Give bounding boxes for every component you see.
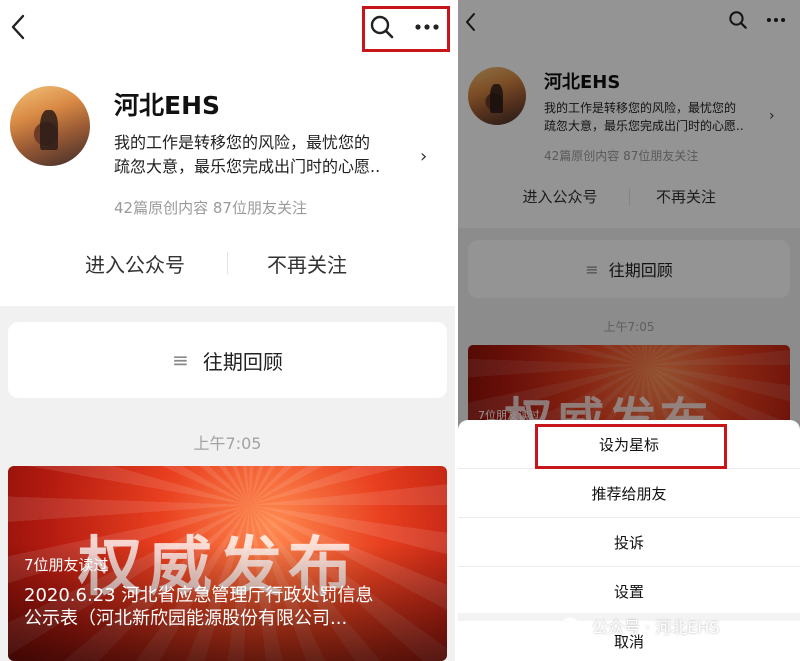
history-button[interactable]: ≡ 往期回顾 [8,322,447,398]
highlight-box-star [535,424,727,469]
watermark: 公众号 · 河北EHS [560,614,720,638]
account-description[interactable]: 我的工作是转移您的风险，最忧您的 疏忽大意，最乐您完成出门时的心愿.. [114,131,380,179]
friends-read: 7位朋友读过 [24,556,109,574]
enter-account-button[interactable]: 进入公众号 [70,249,200,278]
chevron-left-icon [11,14,25,40]
more-dots-icon [415,24,439,30]
account-name: 河北EHS [114,91,221,120]
more-button[interactable] [412,12,442,42]
chevron-right-icon[interactable]: › [420,146,427,167]
article-title-line-2: 公示表（河北新欣园能源股份有限公司... [24,608,348,630]
divider [227,252,228,274]
wechat-logo-icon [561,617,585,635]
right-screen: 河北EHS 我的工作是转移您的风险，最忧您的 疏忽大意，最乐您完成出门时的心愿.… [458,0,800,661]
unfollow-button[interactable]: 不再关注 [250,249,364,278]
search-icon [370,15,394,39]
description-line-1: 我的工作是转移您的风险，最忧您的 [114,133,371,152]
description-line-2: 疏忽大意，最乐您完成出门时的心愿.. [114,157,381,176]
back-button[interactable] [6,12,30,42]
left-screen: 河北EHS 我的工作是转移您的风险，最忧您的 疏忽大意，最乐您完成出门时的心愿.… [0,0,455,661]
article-title-line-1: 2020.6.23 河北省应急管理厅行政处罚信息 [24,585,374,606]
watermark-text: 公众号 · 河北EHS [592,618,720,637]
top-bar [0,0,455,55]
menu-item-recommend[interactable]: 推荐给朋友 [458,469,800,517]
menu-item-report[interactable]: 投诉 [458,518,800,566]
article-title: 2020.6.23 河北省应急管理厅行政处罚信息 公示表（河北新欣园能源股份有限… [24,584,373,631]
post-time: 上午7:05 [193,434,262,453]
history-label: 往期回顾 [202,349,283,374]
list-icon: ≡ [172,348,189,372]
avatar[interactable] [10,86,90,166]
search-button[interactable] [367,12,397,42]
article-card[interactable]: 权威发布 7位朋友读过 2020.6.23 河北省应急管理厅行政处罚信息 公示表… [8,466,447,661]
menu-item-settings[interactable]: 设置 [458,567,800,615]
account-stats: 42篇原创内容 87位朋友关注 [114,199,307,217]
